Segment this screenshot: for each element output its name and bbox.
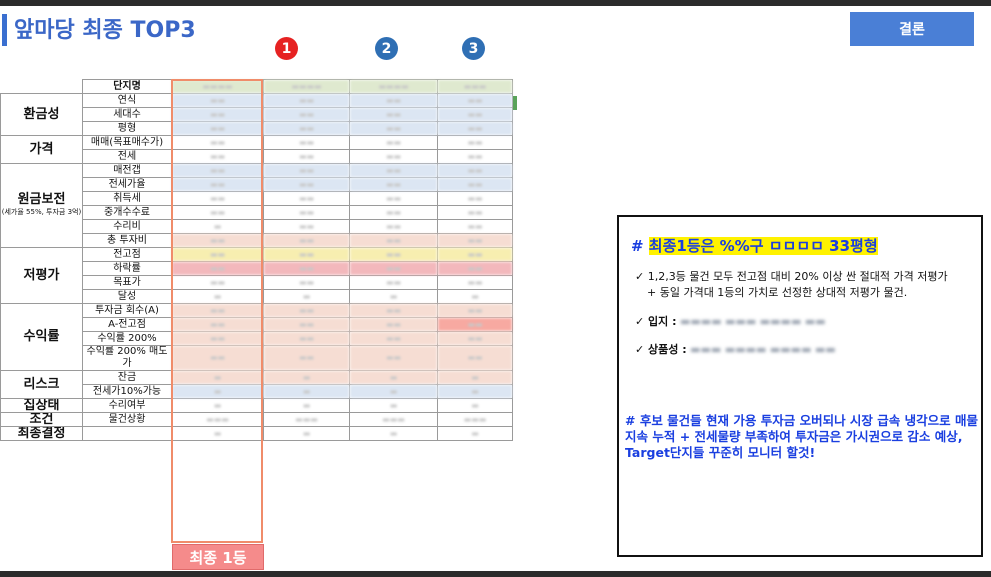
table-cell: ▬▬▬▬ xyxy=(171,79,264,94)
table-row: 단지명 ▬▬▬▬ ▬▬▬▬ ▬▬▬▬ ▬▬▬ xyxy=(1,79,513,94)
conclusion-heading: # 최종1등은 %%구 ㅁㅁㅁㅁ 33평형 xyxy=(631,237,878,255)
row-label: 전고점 xyxy=(82,247,172,262)
row-label: 중개수수료 xyxy=(82,205,172,220)
group-label: 환금성 xyxy=(0,93,83,136)
rank-badge-1: 1 xyxy=(275,37,298,60)
row-label: 수리여부 xyxy=(82,398,172,413)
table-cell: ▬▬▬▬ xyxy=(263,79,350,94)
row-label: 평형 xyxy=(82,121,172,136)
group-label: 리스크 xyxy=(0,370,83,399)
row-label: 전세가율 xyxy=(82,177,172,192)
bullet-product: ✓ 상품성 : ▬▬▬ ▬▬▬▬ ▬▬▬▬ ▬▬ xyxy=(635,343,836,356)
row-label: 매매(목표매수가) xyxy=(82,135,172,150)
bottom-bar xyxy=(0,571,991,577)
row-label: 잔금 xyxy=(82,370,172,385)
redacted-text: ▬▬▬ ▬▬▬▬ ▬▬▬▬ ▬▬ xyxy=(690,343,836,356)
rank-badge-2: 2 xyxy=(375,37,398,60)
conclusion-box: # 최종1등은 %%구 ㅁㅁㅁㅁ 33평형 ✓ 1,2,3등 물건 모두 전고점… xyxy=(617,215,983,557)
table-row: 가격 매매(목표매수가) ▬▬ ▬▬ ▬▬ ▬▬ xyxy=(0,135,513,164)
row-label: 물건상황 xyxy=(82,412,172,427)
column-header-label: 단지명 xyxy=(82,79,172,94)
top-bar xyxy=(0,0,991,6)
row-label: 세대수 xyxy=(82,107,172,122)
rank-badge-3: 3 xyxy=(462,37,485,60)
row-label xyxy=(82,426,172,441)
final-rank-badge: 최종 1등 xyxy=(172,544,264,570)
table-row: 리스크 잔금 ▬ ▬ ▬ ▬ xyxy=(0,370,513,399)
conclusion-label: 결론 xyxy=(850,12,974,46)
row-label: 총 투자비 xyxy=(82,233,172,248)
row-label: A-전고점 xyxy=(82,317,172,332)
row-label: 목표가 xyxy=(82,275,172,290)
row-label: 투자금 회수(A) xyxy=(82,303,172,318)
page-title: 앞마당 최종 TOP3 xyxy=(14,18,196,43)
table-row: 원금보전 (세가율 55%, 투자금 3억) 매전갭 ▬▬ ▬▬ ▬▬ ▬▬ xyxy=(0,163,513,248)
table-cell: ▬▬▬ xyxy=(437,79,513,94)
group-label: 수익률 xyxy=(0,303,83,371)
bullet-location: ✓ 입지 : ▬▬▬▬ ▬▬▬ ▬▬▬▬ ▬▬ xyxy=(635,315,826,328)
row-label: 하락률 xyxy=(82,261,172,276)
comparison-table: 단지명 ▬▬▬▬ ▬▬▬▬ ▬▬▬▬ ▬▬▬ 환금성 연식 ▬▬ ▬▬ ▬▬ ▬▬ 세… xyxy=(0,79,513,441)
conclusion-note: # 후보 물건들 현재 가용 투자금 오버되나 시장 급속 냉각으로 매물 지속… xyxy=(625,413,978,460)
row-label: 달성 xyxy=(82,289,172,304)
row-label: 매전갭 xyxy=(82,163,172,178)
table-row: 최종결정 ▬ ▬ ▬ ▬ xyxy=(0,426,513,441)
table-row: 환금성 연식 ▬▬ ▬▬ ▬▬ ▬▬ xyxy=(0,93,513,136)
group-label: 집상태 xyxy=(0,398,83,413)
group-label: 원금보전 (세가율 55%, 투자금 3억) xyxy=(0,163,83,248)
sheet-scroll-marker xyxy=(513,96,517,110)
row-label: 전세 xyxy=(82,149,172,164)
row-label: 연식 xyxy=(82,93,172,108)
table-row: 집상태 수리여부 ▬ ▬ ▬ ▬ xyxy=(0,398,513,413)
group-label: 가격 xyxy=(0,135,83,164)
group-label: 조건 xyxy=(0,412,83,427)
table-row: 수익률 투자금 회수(A) ▬▬ ▬▬ ▬▬ ▬▬ xyxy=(0,303,513,371)
group-label: 최종결정 xyxy=(0,426,83,441)
table-row: 저평가 전고점 ▬▬ ▬▬ ▬▬ ▬▬ xyxy=(0,247,513,304)
redacted-text: ▬▬▬▬ ▬▬▬ ▬▬▬▬ ▬▬ xyxy=(680,315,826,328)
conclusion-heading-highlight: 최종1등은 %%구 ㅁㅁㅁㅁ 33평형 xyxy=(648,237,878,255)
row-label: 수익률 200% 매도가 xyxy=(82,345,172,371)
row-label: 취득세 xyxy=(82,191,172,206)
table-row: 조건 물건상황 ▬▬▬ ▬▬▬ ▬▬▬ ▬▬▬ xyxy=(0,412,513,427)
group-sublabel: (세가율 55%, 투자금 3억) xyxy=(1,207,82,216)
row-label: 수익률 200% xyxy=(82,331,172,346)
bullet-undervalued: ✓ 1,2,3등 물건 모두 전고점 대비 20% 이상 싼 절대적 가격 저평… xyxy=(635,270,948,299)
table-cell: ▬▬▬▬ xyxy=(349,79,438,94)
title-accent xyxy=(2,14,7,46)
row-label: 수리비 xyxy=(82,219,172,234)
row-label: 전세가10%가능 xyxy=(82,384,172,399)
group-label: 저평가 xyxy=(0,247,83,304)
